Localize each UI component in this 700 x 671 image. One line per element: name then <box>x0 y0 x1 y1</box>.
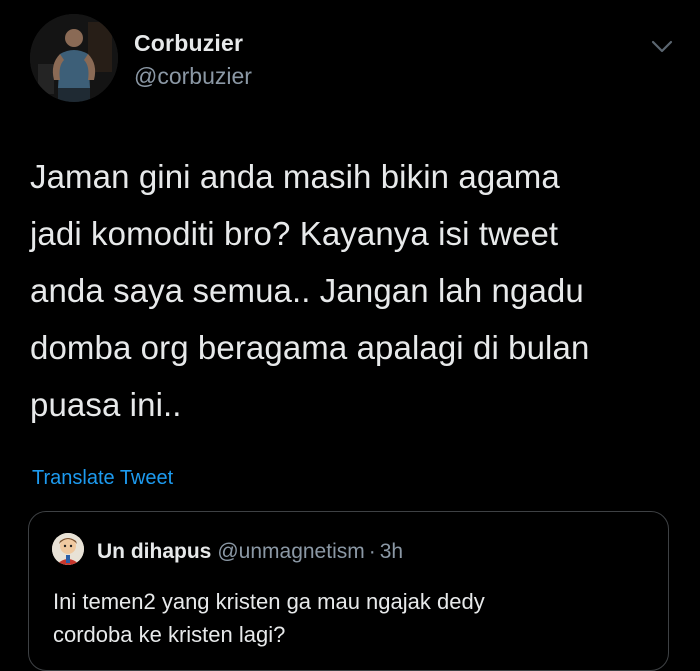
quoted-author-avatar[interactable] <box>52 533 84 565</box>
quoted-tweet-text: Ini temen2 yang kristen ga mau ngajak de… <box>53 589 485 647</box>
tweet-text: Jaman gini anda masih bikin agama jadi k… <box>30 158 590 423</box>
profile-avatar[interactable] <box>30 14 118 102</box>
profile-photo-avatar-icon <box>30 14 118 102</box>
more-options-button[interactable] <box>648 36 676 58</box>
quoted-author-name[interactable]: Un dihapus <box>97 540 211 563</box>
header-separator: · <box>368 540 376 563</box>
quoted-tweet-card[interactable]: Un dihapus @unmagnetism · 3h Ini temen2 yan… <box>28 511 669 671</box>
quoted-tweet-timestamp[interactable]: 3h <box>380 540 403 563</box>
chevron-down-icon <box>651 40 673 53</box>
translate-tweet-link[interactable]: Translate Tweet <box>32 467 173 490</box>
author-display-name[interactable]: Corbuzier <box>134 30 243 57</box>
tweet: Corbuzier @corbuzier Jaman gini anda mas… <box>0 0 700 671</box>
quoted-tweet-header: Un dihapus @unmagnetism · 3h <box>97 540 403 564</box>
quoted-author-handle[interactable]: @unmagnetism <box>217 540 364 563</box>
cartoon-avatar-icon <box>52 533 84 565</box>
author-handle[interactable]: @corbuzier <box>134 63 252 90</box>
